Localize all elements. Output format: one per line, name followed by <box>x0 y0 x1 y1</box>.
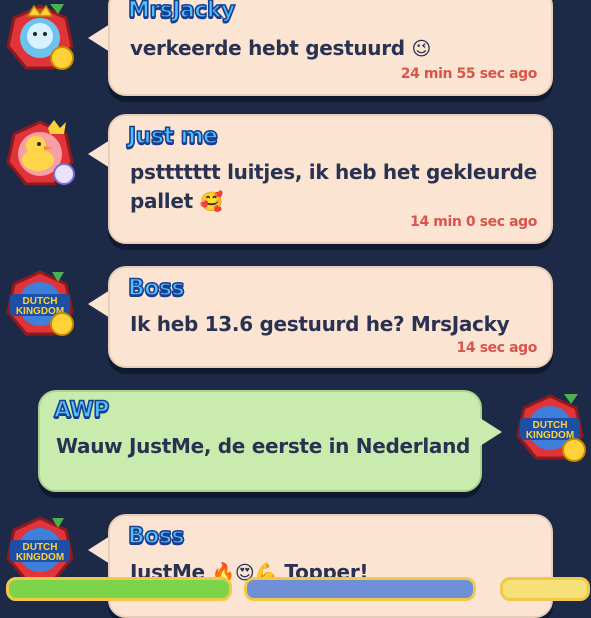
rubber-duck-avatar[interactable] <box>4 118 76 190</box>
message-text: psttttttt luitjes, ik heb het gekleurde … <box>130 158 540 217</box>
sender-name[interactable]: Boss <box>127 275 185 302</box>
message-bubble: Boss JustMe 🔥😍💪 Topper! <box>108 514 553 618</box>
message-text-body: verkeerde hebt gestuurd <box>130 36 405 60</box>
message-timestamp: 24 min 55 sec ago <box>400 66 538 82</box>
sender-name[interactable]: Just me <box>127 123 219 150</box>
message-bubble: MrsJacky verkeerde hebt gestuurd 😉 24 mi… <box>108 0 553 96</box>
message-timestamp: 14 min 0 sec ago <box>410 214 537 230</box>
blue-action-button[interactable] <box>244 577 476 601</box>
fox-king-avatar[interactable] <box>4 2 76 74</box>
sender-name[interactable]: Boss <box>127 523 185 550</box>
dutch-kingdom-avatar[interactable]: DUTCH KINGDOM <box>4 514 76 586</box>
bubble-tail <box>88 24 110 52</box>
message-text-body: pallet <box>130 189 193 213</box>
dutch-kingdom-avatar[interactable]: DUTCH KINGDOM <box>514 392 586 464</box>
sender-name[interactable]: AWP <box>53 397 110 424</box>
message-bubble: Just me psttttttt luitjes, ik heb het ge… <box>108 114 553 244</box>
bubble-tail <box>88 536 110 564</box>
bubble-tail <box>88 140 110 168</box>
avatar-text: KINGDOM <box>16 552 64 563</box>
message-text: Wauw JustMe, de eerste in Nederland <box>56 434 471 458</box>
bubble-tail <box>88 290 110 318</box>
message-timestamp: 14 sec ago <box>456 340 538 356</box>
message-text-line: pallet 🥰 <box>130 187 540 217</box>
message-text-line: psttttttt luitjes, ik heb het gekleurde <box>130 160 537 184</box>
sender-name[interactable]: MrsJacky <box>127 0 236 24</box>
wink-emoji-icon: 😉 <box>411 38 431 60</box>
avatar-text: KINGDOM <box>526 430 574 441</box>
message-text: verkeerde hebt gestuurd 😉 <box>130 34 431 64</box>
green-action-button[interactable] <box>6 577 232 601</box>
message-text: Ik heb 13.6 gestuurd he? MrsJacky <box>130 312 510 336</box>
bubble-tail <box>480 418 502 446</box>
bottom-toolbar <box>0 577 591 601</box>
dutch-kingdom-avatar[interactable]: DUTCH KINGDOM <box>4 268 76 340</box>
message-bubble: AWP Wauw JustMe, de eerste in Nederland <box>38 390 482 492</box>
yellow-action-button[interactable] <box>500 577 590 601</box>
smiling-hearts-emoji-icon: 🥰 <box>199 191 224 213</box>
message-bubble: Boss Ik heb 13.6 gestuurd he? MrsJacky 1… <box>108 266 553 368</box>
